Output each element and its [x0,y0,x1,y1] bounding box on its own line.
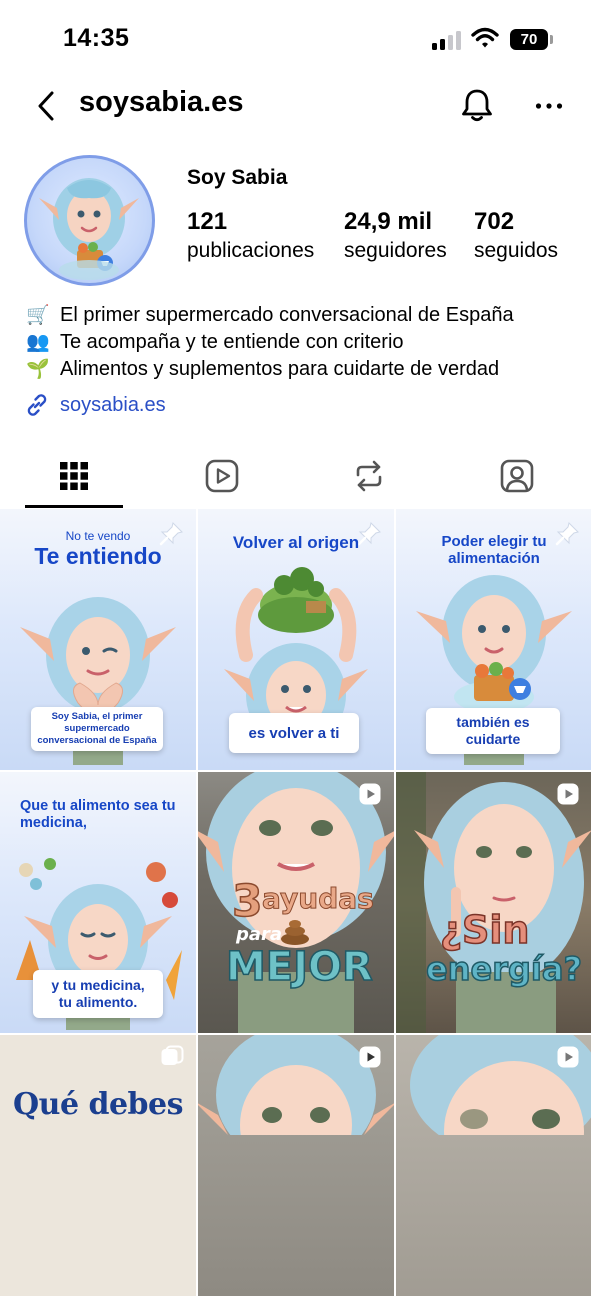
post-kicker: No te vendo [65,529,131,543]
bio-text: El primer supermercado conversacional de… [60,304,514,326]
more-horizontal-icon [535,103,563,109]
stat-followers-label: seguidores [344,239,447,262]
battery-level: 70 [520,31,538,48]
stat-followers-value: 24,9 mil [344,208,433,235]
notifications-button[interactable] [455,84,499,128]
post-caption: también es cuidarte [426,708,560,754]
reel-indicator-icon [359,1046,381,1068]
shopping-cart-emoji-icon: 🛒 [26,305,50,326]
stat-following-value: 702 [474,208,515,235]
tab-posts[interactable] [0,446,148,506]
bio-text: Te acompaña y te entiende con criterio [60,331,404,353]
stat-posts-label: publicaciones [187,239,315,262]
reel-indicator-icon [359,783,381,805]
stat-following-label: seguidos [474,239,559,262]
people-emoji-icon: 👥 [26,332,50,353]
bell-icon [462,89,492,122]
battery-nub [550,35,553,44]
post-caption: y tu medicina, tu alimento. [33,970,163,1018]
profile-avatar[interactable] [24,155,155,286]
post-tile[interactable] [396,1035,591,1296]
active-tab-indicator [25,505,123,508]
post-tile[interactable]: Poder elegir tu alimentación también es … [396,509,591,770]
post-tile[interactable]: No te vendo Te entiendo Soy Sabia, el pr… [0,509,196,770]
wifi-icon [471,27,499,54]
tab-reposts[interactable] [295,446,443,506]
post-caption: Soy Sabia, el primer supermercado conver… [31,707,163,751]
post-tile[interactable] [198,1035,394,1296]
post-tile[interactable]: Volver al origen es volver a ti [198,509,394,770]
post-big-word: ayudas [262,882,375,916]
profile-link[interactable]: soysabia.es [24,392,166,418]
post-big-bottom: energía? [425,949,583,989]
reposts-icon [356,460,382,492]
reel-indicator-icon [557,1046,579,1068]
profile-display-name: Soy Sabia [187,166,288,189]
post-title: Qué debes [13,1087,184,1122]
cellular-signal-icon [432,30,462,50]
post-big-top: ¿Sin [439,907,530,953]
post-tile[interactable]: ¿Sin energía? [396,772,591,1033]
avatar-illustration [39,178,139,280]
reels-icon [205,459,239,493]
tab-tagged[interactable] [443,446,591,506]
bio-line: 🛒 El primer supermercado conversacional … [24,302,514,329]
battery-indicator: 70 [510,29,548,50]
bio-line: 🌱 Alimentos y suplementos para cuidarte … [24,356,514,383]
post-tile[interactable]: Qué debes [0,1035,196,1296]
stat-following[interactable]: 702 seguidos [474,208,558,263]
back-button[interactable] [26,84,66,128]
post-title: Volver al origen [232,533,360,552]
bio-line: 👥 Te acompaña y te entiende con criterio [24,329,514,356]
stat-followers[interactable]: 24,9 mil seguidores [344,208,447,263]
status-time: 14:35 [63,24,130,52]
profile-username: soysabia.es [79,86,244,118]
carousel-indicator-icon [161,1045,184,1065]
poop-illustration-icon [281,920,309,945]
post-title: Poder elegir tu alimentación [441,533,547,567]
post-background [0,1035,196,1296]
post-small-word: para [236,924,283,945]
bio-text: Alimentos y suplementos para cuidarte de… [60,358,500,380]
profile-tabs [0,446,591,508]
stat-posts[interactable]: 121 publicaciones [187,208,314,263]
profile-link-text: soysabia.es [60,393,166,416]
post-title: Te entiendo [34,543,162,569]
post-title: Que tu alimento sea tu medicina, [20,798,176,831]
post-caption: es volver a ti [229,713,359,753]
stat-posts-value: 121 [187,208,228,235]
reel-indicator-icon [557,783,579,805]
profile-bio: 🛒 El primer supermercado conversacional … [24,302,514,383]
tagged-icon [500,459,534,493]
seedling-emoji-icon: 🌱 [26,359,50,380]
post-tile[interactable]: Que tu alimento sea tu medicina, y tu me… [0,772,196,1033]
post-tile[interactable]: 3 ayudas para MEJOR [198,772,394,1033]
posts-grid-icon [60,462,88,490]
more-options-button[interactable] [527,84,571,128]
tab-reels[interactable] [148,446,296,506]
chevron-left-icon [38,91,54,121]
post-big-bottom: MEJOR [225,943,373,991]
character-illustration [396,772,591,1033]
link-icon [27,394,47,416]
status-bar: 14:35 70 [0,0,591,80]
post-big-number: 3 [231,875,263,928]
